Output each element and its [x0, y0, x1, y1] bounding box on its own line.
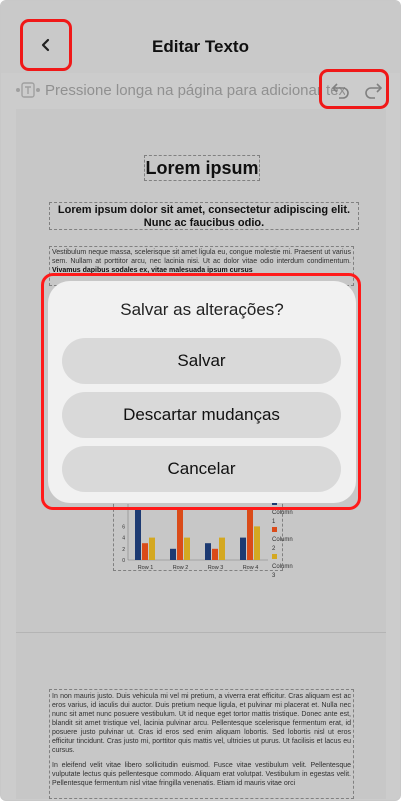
save-button[interactable]: Salvar [62, 338, 341, 384]
save-changes-dialog: Salvar as alterações? Salvar Descartar m… [48, 281, 356, 503]
cancel-button[interactable]: Cancelar [62, 446, 341, 492]
app-frame: Editar Texto Pressione longa na página p… [0, 0, 401, 801]
discard-button[interactable]: Descartar mudanças [62, 392, 341, 438]
dialog-title: Salvar as alterações? [120, 300, 284, 319]
